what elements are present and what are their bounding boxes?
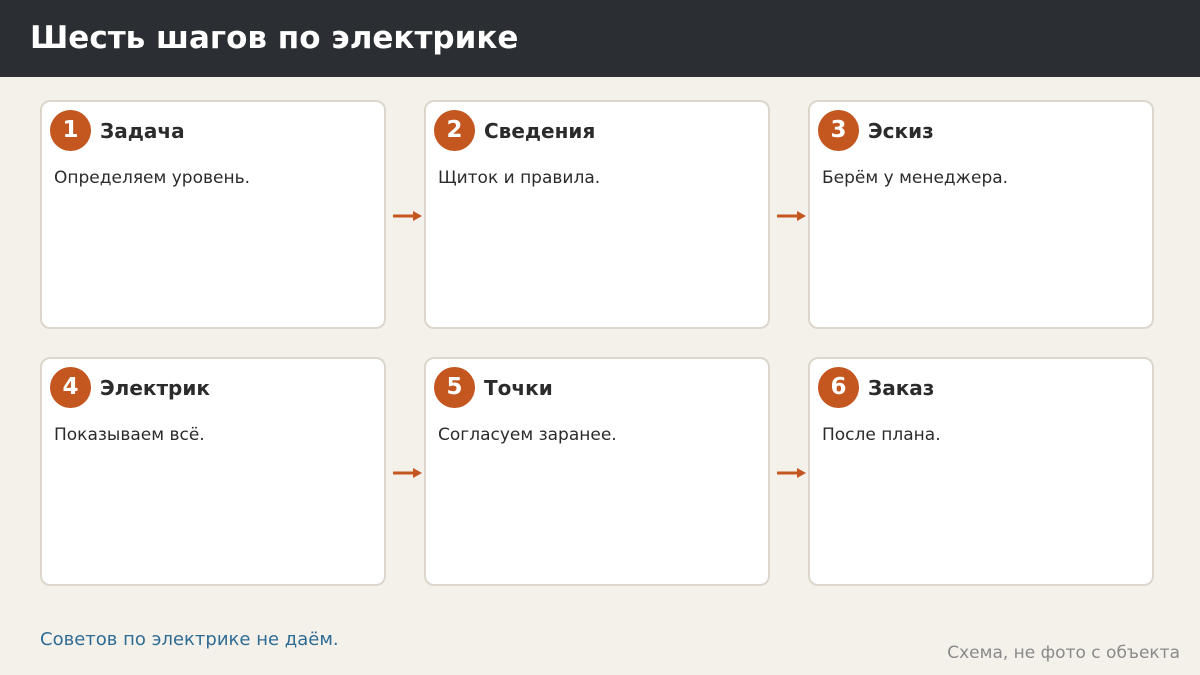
step-description: Показываем всё.: [54, 425, 205, 445]
step-card-6: 6 Заказ После плана.: [808, 357, 1154, 586]
step-number-badge: 1: [50, 110, 91, 151]
step-number-badge: 3: [818, 110, 859, 151]
step-description: Берём у менеджера.: [822, 168, 1009, 188]
step-number-badge: 6: [818, 367, 859, 408]
step-number-badge: 5: [434, 367, 475, 408]
step-number-badge: 2: [434, 110, 475, 151]
step-card-2: 2 Сведения Щиток и правила.: [424, 100, 770, 329]
step-card-1: 1 Задача Определяем уровень.: [40, 100, 386, 329]
step-number-badge: 4: [50, 367, 91, 408]
step-description: Согласуем заранее.: [438, 425, 617, 445]
disclaimer-note: Советов по электрике не даём.: [40, 629, 339, 650]
step-title: Заказ: [868, 376, 935, 400]
step-card-4: 4 Электрик Показываем всё.: [40, 357, 386, 586]
step-title: Задача: [100, 119, 185, 143]
step-description: Определяем уровень.: [54, 168, 251, 188]
step-title: Точки: [484, 376, 553, 400]
arrow-right-icon: [393, 468, 422, 478]
arrow-right-icon: [777, 468, 806, 478]
header-bar: Шесть шагов по электрике: [0, 0, 1200, 77]
page-title: Шесть шагов по электрике: [30, 20, 519, 56]
step-card-5: 5 Точки Согласуем заранее.: [424, 357, 770, 586]
step-description: После плана.: [822, 425, 941, 445]
arrow-right-icon: [393, 211, 422, 221]
step-title: Сведения: [484, 119, 596, 143]
step-description: Щиток и правила.: [438, 168, 601, 188]
image-caption: Схема, не фото с объекта: [947, 643, 1180, 663]
step-title: Эскиз: [868, 119, 934, 143]
step-card-3: 3 Эскиз Берём у менеджера.: [808, 100, 1154, 329]
step-title: Электрик: [100, 376, 210, 400]
arrow-right-icon: [777, 211, 806, 221]
